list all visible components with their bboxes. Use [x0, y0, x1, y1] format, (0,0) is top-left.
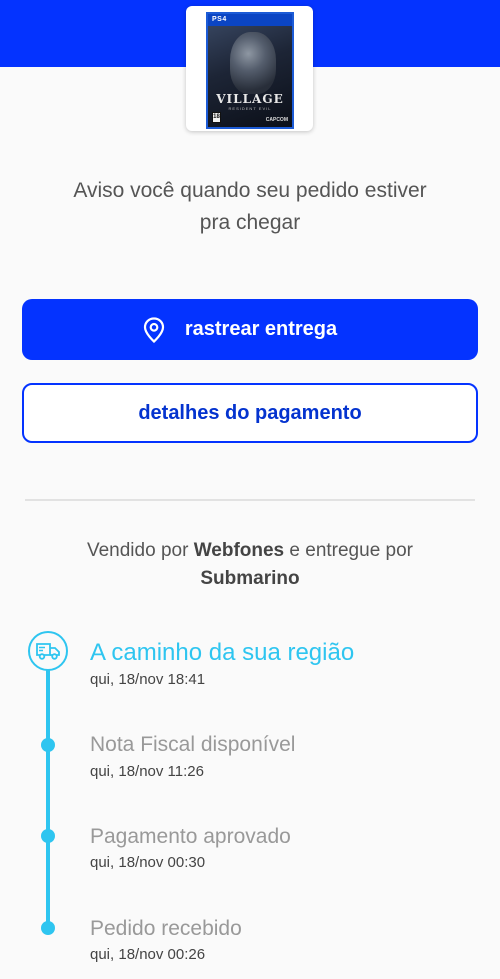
timeline-step-title: Pagamento aprovado	[90, 825, 291, 848]
age-rating-badge: 18	[212, 112, 221, 123]
timeline-step-date: qui, 18/nov 18:41	[90, 671, 206, 688]
notice-line-1: Aviso você quando seu pedido estiver	[73, 179, 427, 202]
game-logo: VILLAGE	[216, 92, 284, 106]
platform-label: PS4	[208, 14, 292, 26]
delivery-truck-icon	[36, 643, 60, 660]
timeline-step-title: Pedido recebido	[90, 917, 242, 940]
seller-name: Webfones	[193, 540, 285, 561]
publisher-logo: CAPCOM	[265, 117, 288, 123]
seller-prefix: Vendido por	[86, 540, 189, 561]
track-delivery-label: rastrear entrega	[184, 318, 338, 340]
seller-info: Vendido por Webfones e entregue por Subm…	[0, 537, 500, 593]
timeline-step-title: A caminho da sua região	[90, 639, 355, 666]
product-thumbnail-card[interactable]: PS4 VILLAGE RESIDENT EVIL 18 CAPCOM	[186, 6, 313, 131]
timeline-track	[46, 668, 50, 930]
game-cover-image: PS4 VILLAGE RESIDENT EVIL 18 CAPCOM	[206, 12, 294, 129]
track-delivery-button[interactable]: rastrear entrega	[22, 299, 478, 360]
section-divider	[25, 499, 475, 501]
timeline-step-date: qui, 18/nov 11:26	[90, 763, 204, 780]
timeline-dot	[41, 829, 55, 843]
game-logo-subtitle: RESIDENT EVIL	[228, 106, 272, 111]
delivery-notice: Aviso você quando seu pedido estiver pra…	[0, 175, 500, 239]
timeline-step-title: Nota Fiscal disponível	[90, 733, 296, 756]
notice-line-2: pra chegar	[199, 211, 301, 234]
order-tracking-screen: PS4 VILLAGE RESIDENT EVIL 18 CAPCOM Avis…	[0, 0, 500, 979]
seller-middle-text: e entregue por	[289, 540, 413, 561]
carrier-name: Submarino	[200, 568, 300, 589]
location-pin-icon	[143, 316, 164, 343]
cover-artwork	[230, 32, 276, 94]
timeline-active-marker	[28, 631, 68, 671]
payment-details-button[interactable]: detalhes do pagamento	[22, 383, 478, 443]
timeline-dot	[41, 738, 55, 752]
payment-details-label: detalhes do pagamento	[138, 401, 362, 424]
timeline-step-date: qui, 18/nov 00:26	[90, 946, 206, 963]
timeline-dot	[41, 921, 55, 935]
timeline-step-date: qui, 18/nov 00:30	[90, 854, 206, 871]
